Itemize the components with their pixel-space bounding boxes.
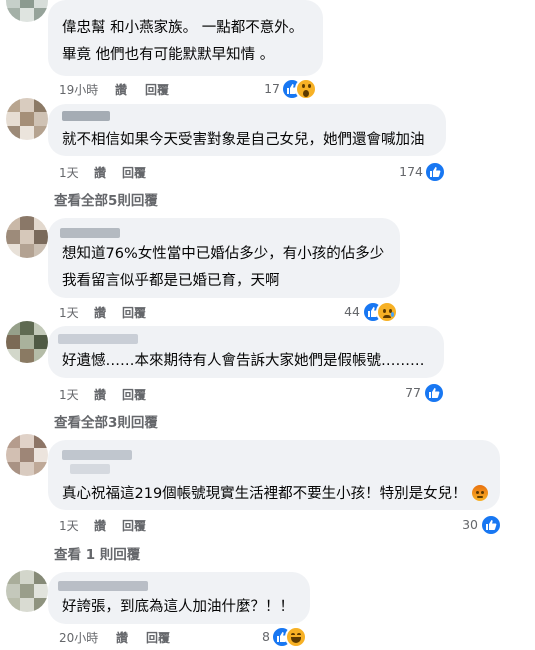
- avatar[interactable]: [6, 0, 48, 22]
- timestamp[interactable]: 20小時: [59, 629, 98, 646]
- comment-bubble: 就不相信如果今天受害對象是自己女兒，她們還會喊加油: [48, 104, 446, 156]
- comment-text: 畢竟 他們也有可能默默早知情 。: [62, 47, 275, 63]
- avatar[interactable]: [6, 321, 48, 363]
- comment-bubble: 好誇張，到底為這人加油什麼？！！: [48, 572, 310, 624]
- author-name[interactable]: [60, 228, 120, 238]
- comment-actions: 1天 讚 回覆: [59, 517, 259, 533]
- view-replies-link[interactable]: 查看 1 則回覆: [54, 543, 140, 563]
- reaction-count[interactable]: 17: [250, 81, 280, 96]
- reply-button[interactable]: 回覆: [122, 517, 146, 534]
- reply-button[interactable]: 回覆: [145, 81, 169, 98]
- like-icon: [423, 382, 445, 404]
- author-name-blur-2: [70, 464, 110, 474]
- author-name[interactable]: [62, 111, 110, 121]
- like-icon: [424, 161, 446, 183]
- comment-text: 偉忠幫 和小燕家族。 一點都不意外。: [62, 20, 304, 36]
- reaction-count[interactable]: 8: [250, 629, 270, 644]
- timestamp[interactable]: 1天: [59, 517, 79, 534]
- like-button[interactable]: 讚: [115, 81, 127, 98]
- angry-icon: [472, 485, 488, 501]
- avatar[interactable]: [6, 216, 48, 258]
- avatar[interactable]: [6, 98, 48, 140]
- view-replies-link[interactable]: 查看全部5則回覆: [54, 189, 158, 209]
- timestamp[interactable]: 1天: [59, 386, 79, 403]
- comment-actions: 1天 讚 回覆: [59, 164, 259, 180]
- comment-text: 就不相信如果今天受害對象是自己女兒，她們還會喊加油: [62, 132, 425, 148]
- comment-actions: 1天 讚 回覆: [59, 386, 259, 402]
- timestamp[interactable]: 19小時: [59, 81, 98, 98]
- sad-icon: [376, 301, 398, 323]
- like-button[interactable]: 讚: [94, 386, 106, 403]
- comment-text: 想知道76%女性當中已婚佔多少，有小孩的佔多少: [62, 246, 385, 262]
- author-name[interactable]: [62, 450, 132, 460]
- comment-actions: 20小時 讚 回覆: [59, 629, 259, 645]
- like-button[interactable]: 讚: [116, 629, 128, 646]
- comment-text: 好遺憾……本來期待有人會告訴大家她們是假帳號………: [62, 353, 425, 369]
- like-icon: [480, 514, 502, 536]
- comment-text: 好誇張，到底為這人加油什麼？！！: [62, 599, 294, 615]
- avatar[interactable]: [6, 570, 48, 612]
- comment-text: 我看留言似乎都是已婚已育，天啊: [62, 273, 280, 289]
- author-name[interactable]: [58, 334, 138, 344]
- comment-bubble: 想知道76%女性當中已婚佔多少，有小孩的佔多少 我看留言似乎都是已婚已育，天啊: [48, 218, 400, 298]
- reaction-count[interactable]: 30: [452, 517, 478, 532]
- comment-text: 真心祝福這219個帳號現實生活裡都不要生小孩！特別是女兒！: [62, 486, 467, 502]
- view-replies-link[interactable]: 查看全部3則回覆: [54, 411, 158, 431]
- reaction-count[interactable]: 174: [385, 164, 423, 179]
- reply-button[interactable]: 回覆: [122, 304, 146, 321]
- reply-button[interactable]: 回覆: [122, 164, 146, 181]
- comment-bubble: 真心祝福這219個帳號現實生活裡都不要生小孩！特別是女兒！: [48, 440, 500, 510]
- haha-icon: [285, 626, 307, 648]
- reaction-count[interactable]: 77: [395, 385, 421, 400]
- timestamp[interactable]: 1天: [59, 304, 79, 321]
- comment-bubble: 好遺憾……本來期待有人會告訴大家她們是假帳號………: [48, 326, 444, 378]
- wow-icon: [295, 78, 317, 100]
- like-button[interactable]: 讚: [94, 517, 106, 534]
- comment-actions: 19小時 讚 回覆: [59, 81, 259, 97]
- comment-bubble: 偉忠幫 和小燕家族。 一點都不意外。 畢竟 他們也有可能默默早知情 。: [48, 0, 323, 76]
- reaction-count[interactable]: 44: [330, 304, 360, 319]
- timestamp[interactable]: 1天: [59, 164, 79, 181]
- reply-button[interactable]: 回覆: [146, 629, 170, 646]
- comment-actions: 1天 讚 回覆: [59, 304, 259, 320]
- avatar[interactable]: [6, 434, 48, 476]
- author-name[interactable]: [58, 581, 148, 591]
- reply-button[interactable]: 回覆: [122, 386, 146, 403]
- like-button[interactable]: 讚: [94, 164, 106, 181]
- like-button[interactable]: 讚: [94, 304, 106, 321]
